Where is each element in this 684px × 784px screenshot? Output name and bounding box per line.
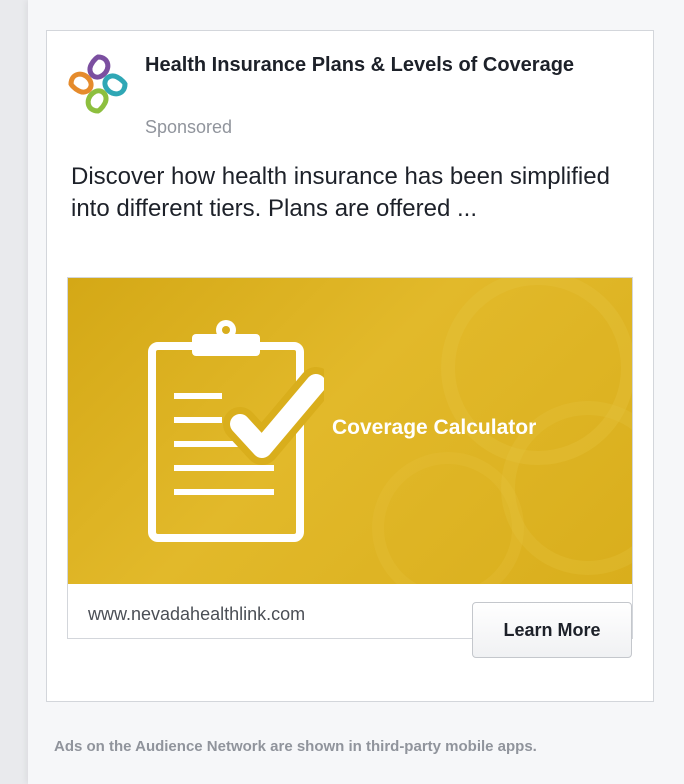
audience-network-note: Ads on the Audience Network are shown in… (54, 738, 537, 755)
ad-title[interactable]: Health Insurance Plans & Levels of Cover… (145, 51, 615, 79)
ad-body-text: Discover how health insurance has been s… (71, 163, 610, 222)
sponsored-label: Sponsored (145, 117, 233, 137)
ad-link-url[interactable]: www.nevadahealthlink.com (88, 604, 305, 625)
clipboard-check-icon (148, 320, 324, 542)
ad-creative[interactable]: Coverage Calculator www.nevadahealthlink… (67, 277, 633, 658)
banner-caption: Coverage Calculator (332, 416, 537, 439)
health-link-logo-icon (68, 54, 128, 114)
learn-more-button[interactable]: Learn More (472, 602, 632, 658)
ad-card: Health Insurance Plans & Levels of Cover… (46, 30, 654, 702)
ad-banner-image[interactable]: Coverage Calculator (68, 278, 632, 584)
